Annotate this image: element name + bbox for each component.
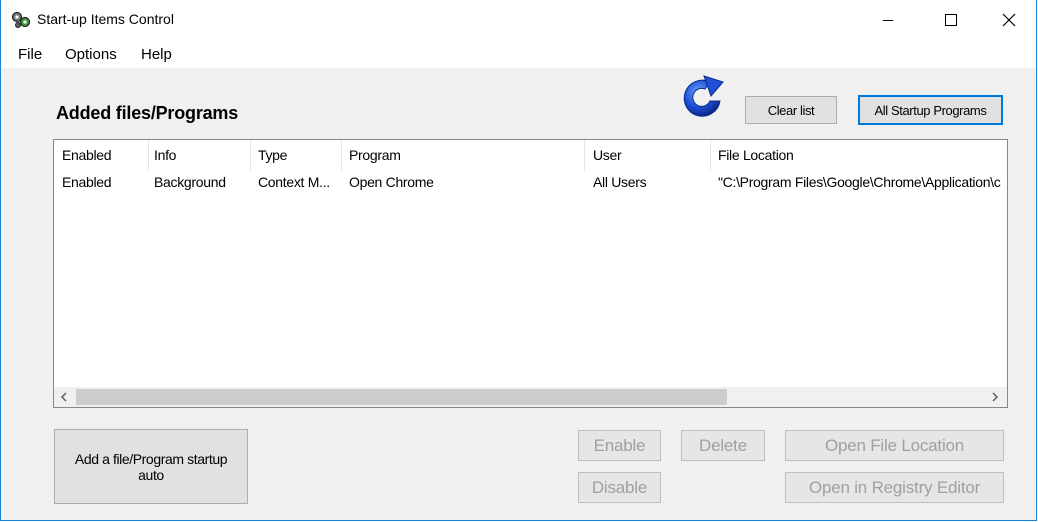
column-header-user[interactable]: User <box>593 140 622 171</box>
cell-info: Background <box>154 174 226 190</box>
column-separator[interactable] <box>148 140 149 171</box>
section-title: Added files/Programs <box>56 103 239 123</box>
column-separator[interactable] <box>584 140 585 171</box>
add-startup-program-button[interactable]: Add a file/Program startup auto <box>54 429 248 504</box>
column-header-enabled[interactable]: Enabled <box>62 140 112 171</box>
disable-button[interactable]: Disable <box>578 472 661 503</box>
list-header: Enabled Info Type Program User File Loca… <box>54 140 1007 171</box>
app-gears-icon <box>11 11 31 28</box>
column-separator[interactable] <box>341 140 342 171</box>
chevron-left-icon <box>60 392 67 402</box>
delete-button[interactable]: Delete <box>681 430 765 461</box>
column-header-type[interactable]: Type <box>258 140 287 171</box>
column-separator[interactable] <box>710 140 711 171</box>
cell-enabled: Enabled <box>62 174 112 190</box>
refresh-icon[interactable] <box>677 72 727 122</box>
chevron-right-icon <box>992 392 999 402</box>
cell-file-location: "C:\Program Files\Google\Chrome\Applicat… <box>718 174 1001 190</box>
close-button[interactable] <box>986 0 1032 40</box>
maximize-icon <box>945 14 957 26</box>
column-separator[interactable] <box>250 140 251 171</box>
horizontal-scrollbar[interactable] <box>54 387 1007 407</box>
cell-user: All Users <box>593 174 647 190</box>
clear-list-button[interactable]: Clear list <box>745 96 837 124</box>
table-row[interactable]: Enabled Background Context M... Open Chr… <box>54 171 1007 193</box>
scroll-right-button[interactable] <box>985 387 1005 407</box>
title-bar[interactable]: Start-up Items Control <box>1 0 1036 40</box>
column-header-info[interactable]: Info <box>154 140 176 171</box>
minimize-button[interactable] <box>865 0 911 40</box>
window-title: Start-up Items Control <box>37 11 174 27</box>
menu-help[interactable]: Help <box>141 46 172 63</box>
open-in-registry-editor-button[interactable]: Open in Registry Editor <box>785 472 1004 503</box>
all-startup-programs-button[interactable]: All Startup Programs <box>858 95 1003 125</box>
menu-options[interactable]: Options <box>65 46 117 63</box>
enable-button[interactable]: Enable <box>578 430 661 461</box>
cell-type: Context M... <box>258 174 330 190</box>
close-icon <box>1002 13 1016 27</box>
app-window: Start-up Items Control File Options Help… <box>0 0 1037 521</box>
column-header-program[interactable]: Program <box>349 140 401 171</box>
open-file-location-button[interactable]: Open File Location <box>785 430 1004 461</box>
maximize-button[interactable] <box>928 0 974 40</box>
startup-items-list[interactable]: Enabled Info Type Program User File Loca… <box>53 139 1008 408</box>
menu-bar: File Options Help <box>1 40 1036 68</box>
scroll-left-button[interactable] <box>54 387 74 407</box>
scroll-thumb[interactable] <box>76 389 727 405</box>
cell-program: Open Chrome <box>349 174 434 190</box>
menu-file[interactable]: File <box>18 46 42 63</box>
column-header-file-location[interactable]: File Location <box>718 140 794 171</box>
minimize-icon <box>883 20 893 21</box>
